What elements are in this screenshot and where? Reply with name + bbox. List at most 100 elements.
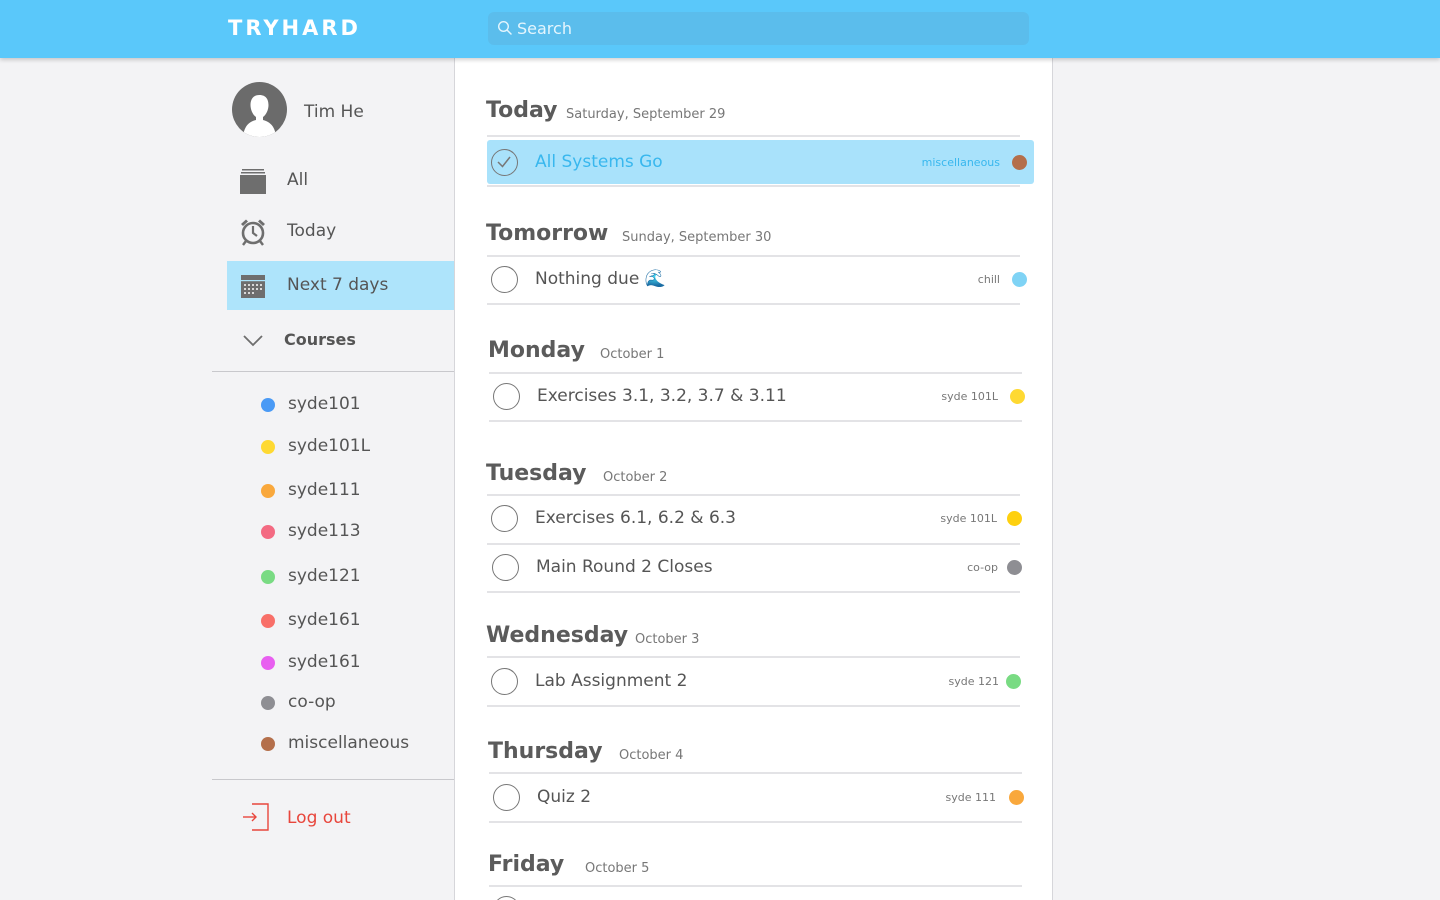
day-date: October 3 [635,632,700,647]
task-checkbox[interactable] [492,554,519,581]
tag-color-dot [1010,389,1025,404]
day-title: Friday [488,852,565,877]
day-header: Today Saturday, September 29 [486,98,1046,128]
calendar-icon [238,271,268,301]
top-bar: TRYHARD [0,0,1440,58]
user-profile[interactable]: Tim He [232,82,452,138]
nav-next-7-days[interactable]: Next 7 days [227,261,454,310]
course-label: co-op [288,692,336,712]
tag-color-dot [1006,674,1021,689]
nav-today[interactable]: Today [227,207,454,256]
day-title: Today [486,98,558,123]
logout-icon [242,802,270,836]
task-title: Exercises 6.1, 6.2 & 6.3 [535,508,736,528]
nav-all[interactable]: All [227,156,454,205]
divider [487,185,1020,187]
day-header: Tomorrow Sunday, September 30 [486,221,1046,251]
course-color-dot [261,398,275,412]
search-icon [497,20,513,36]
task-checkbox[interactable] [491,668,518,695]
task-item[interactable]: Lab Assignment 2 syde 121 [487,659,1034,703]
task-tag: miscellaneous [921,156,1000,169]
day-date: October 2 [603,470,668,485]
divider [487,135,1020,137]
task-tag: syde 121 [948,675,999,688]
course-color-dot [261,570,275,584]
divider [487,656,1020,658]
courses-toggle[interactable]: Courses [227,320,454,360]
tag-color-dot [1012,155,1027,170]
task-checkbox[interactable] [491,149,518,176]
task-checkbox[interactable] [491,505,518,532]
task-tag: chill [977,273,1000,286]
divider [489,772,1022,774]
tag-color-dot [1007,560,1022,575]
task-item[interactable]: Nothing due 🌊 chill [487,257,1034,301]
day-date: October 1 [600,347,665,362]
nav-all-label: All [287,170,309,190]
divider [487,591,1020,593]
course-item[interactable]: syde161 [261,649,451,675]
alarm-clock-icon [238,217,268,247]
course-item[interactable]: syde113 [261,518,451,544]
divider [489,885,1022,887]
course-item[interactable]: syde101 [261,391,451,417]
user-name: Tim He [304,102,364,122]
task-title: Exercises 3.1, 3.2, 3.7 & 3.11 [537,386,787,406]
task-item[interactable]: Quiz 2 syde 111 [489,775,1036,819]
course-item[interactable]: miscellaneous [261,730,451,756]
course-label: syde113 [288,521,361,541]
course-item[interactable]: co-op [261,689,451,715]
day-title: Wednesday [486,623,629,648]
task-title: Main Round 2 Closes [536,557,713,577]
divider [487,303,1020,305]
search-bar[interactable] [488,12,1029,45]
app-logo: TRYHARD [228,16,361,40]
course-item[interactable]: syde161 [261,607,451,633]
course-item[interactable]: syde121 [261,563,451,589]
stack-icon [238,166,268,196]
day-title: Tuesday [486,461,587,486]
task-checkbox[interactable] [493,896,520,900]
day-header: Tuesday October 2 [486,461,1046,491]
task-title: All Systems Go [535,152,663,172]
course-item[interactable]: syde111 [261,477,451,503]
task-item[interactable]: All Systems Go miscellaneous [487,140,1034,184]
logout-button[interactable]: Log out [242,800,422,834]
task-item[interactable]: Exercises 6.1, 6.2 & 6.3 syde 101L [487,496,1034,540]
day-header: Thursday October 4 [488,739,1048,769]
task-checkbox[interactable] [493,784,520,811]
course-label: syde121 [288,566,361,586]
day-title: Monday [488,338,585,363]
day-date: Sunday, September 30 [622,230,772,245]
task-item[interactable]: Main Round 2 Closes co-op [487,545,1034,589]
course-label: syde111 [288,480,361,500]
task-checkbox[interactable] [491,266,518,293]
nav-next-7-days-label: Next 7 days [287,275,389,295]
task-panel: Today Saturday, September 29 All Systems… [454,58,1053,900]
logout-label: Log out [287,808,351,828]
day-title: Thursday [488,739,603,764]
course-color-dot [261,737,275,751]
course-item[interactable]: syde101L [261,433,451,459]
courses-heading: Courses [284,330,356,349]
tag-color-dot [1009,790,1024,805]
divider [489,821,1022,823]
task-title: Nothing due 🌊 [535,269,666,289]
task-tag: syde 101L [940,512,997,525]
chevron-down-icon [243,332,263,351]
avatar [232,82,287,137]
divider [212,779,454,780]
search-input[interactable] [517,12,1017,45]
task-item[interactable]: Exercises 3.1, 3.2, 3.7 & 3.11 syde 101L [489,374,1036,418]
tag-color-dot [1012,272,1027,287]
day-date: October 5 [585,861,650,876]
task-tag: co-op [967,561,998,574]
task-checkbox[interactable] [493,383,520,410]
divider [487,705,1020,707]
course-color-dot [261,525,275,539]
day-header: Monday October 1 [488,338,1048,368]
course-color-dot [261,656,275,670]
course-label: syde161 [288,652,361,672]
course-label: syde101L [288,436,371,456]
